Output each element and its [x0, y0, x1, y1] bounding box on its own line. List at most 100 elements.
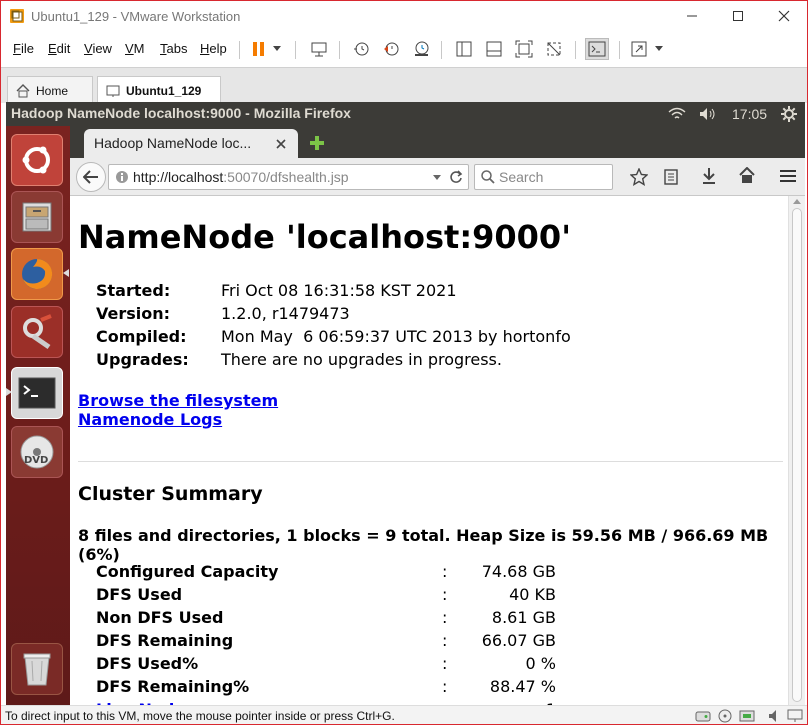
pause-icon [253, 42, 264, 56]
info-label: Started: [96, 281, 171, 300]
reload-icon[interactable] [449, 170, 463, 184]
thumbnail-bar-button[interactable] [482, 38, 506, 60]
active-window-title: Hadoop NameNode localhost:9000 - Mozilla… [11, 105, 351, 121]
home-icon [16, 83, 30, 97]
menu-tabs[interactable]: Tabs [160, 41, 187, 56]
info-row-version: Version: [96, 304, 170, 323]
full-screen-button[interactable] [512, 38, 536, 60]
firefox-icon[interactable] [11, 248, 63, 300]
info-row-upgrades: Upgrades: [96, 350, 189, 369]
clock[interactable]: 17:05 [732, 106, 767, 122]
back-arrow-icon [83, 170, 98, 184]
bookmark-star-icon[interactable] [630, 168, 648, 186]
summary-value: 74.68 GB [481, 562, 556, 581]
scroll-up-icon[interactable] [793, 199, 801, 205]
unity-icon [547, 42, 561, 56]
snapshot-manager-button[interactable] [409, 38, 433, 60]
menu-help[interactable]: Help [200, 41, 227, 56]
download-icon[interactable] [701, 167, 717, 185]
summary-separator: : [442, 562, 448, 581]
scroll-thumb[interactable] [792, 208, 802, 702]
reading-list-icon[interactable] [663, 168, 679, 186]
toolbar-separator [619, 41, 620, 59]
browse-filesystem-link[interactable]: Browse the filesystem [78, 391, 278, 410]
vmware-title-bar[interactable]: Ubuntu1_129 - VMware Workstation [1, 1, 807, 33]
menu-vm[interactable]: VM [125, 41, 145, 56]
menu-file[interactable]: File [13, 41, 34, 56]
summary-row: DFS Used%: 0 % [96, 654, 556, 677]
menu-view[interactable]: View [84, 41, 112, 56]
vm-icon [106, 85, 120, 97]
status-text: To direct input to this VM, move the mou… [5, 709, 395, 723]
summary-row: DFS Remaining: 66.07 GB [96, 631, 556, 654]
page-content: NameNode 'localhost:9000' Started: Fri O… [70, 196, 787, 705]
search-bar[interactable]: Search [474, 164, 613, 190]
search-icon [481, 170, 495, 184]
info-value: Fri Oct 08 16:31:58 KST 2021 [221, 281, 457, 300]
network-adapter-icon[interactable] [739, 709, 755, 723]
terminal-icon[interactable] [11, 367, 63, 419]
guest-display[interactable]: Hadoop NameNode localhost:9000 - Mozilla… [6, 102, 805, 705]
system-settings-icon[interactable] [11, 306, 63, 358]
files-icon[interactable] [11, 191, 63, 243]
ubuntu-logo-icon [22, 146, 50, 174]
maximize-button[interactable] [715, 1, 761, 31]
minimize-button[interactable] [669, 1, 715, 31]
wifi-icon[interactable] [667, 107, 687, 121]
url-bar[interactable]: http://localhost:50070/dfshealth.jsp [108, 164, 469, 190]
sound-card-icon[interactable] [767, 709, 783, 723]
back-button[interactable] [76, 162, 106, 192]
console-view-button[interactable] [585, 38, 609, 60]
display-icon[interactable] [787, 709, 803, 723]
info-label: Upgrades: [96, 350, 189, 369]
send-ctrl-alt-del-button[interactable] [307, 38, 331, 60]
namenode-logs-link[interactable]: Namenode Logs [78, 410, 222, 429]
page-scrollbar[interactable] [788, 196, 805, 705]
tab-close-icon[interactable] [276, 139, 286, 149]
stretch-dropdown-button[interactable] [651, 38, 667, 60]
summary-label: DFS Used% [96, 654, 199, 673]
summary-row: Non DFS Used: 8.61 GB [96, 608, 556, 631]
system-gear-icon[interactable] [780, 105, 798, 123]
firefox-tab-active[interactable]: Hadoop NameNode loc... [84, 129, 298, 158]
page-info-icon[interactable] [115, 170, 129, 184]
menu-edit[interactable]: Edit [48, 41, 70, 56]
tab-ubuntu1-129[interactable]: Ubuntu1_129 [97, 76, 221, 104]
power-dropdown-button[interactable] [269, 38, 285, 60]
chevron-down-icon [273, 46, 281, 51]
revert-snapshot-button[interactable] [379, 38, 403, 60]
summary-separator: : [442, 677, 448, 696]
tab-home[interactable]: Home [7, 76, 93, 104]
cd-drive-icon[interactable] [717, 709, 733, 723]
trash-icon[interactable] [11, 643, 63, 695]
show-library-button[interactable] [452, 38, 476, 60]
snapshot-manager-icon [415, 41, 429, 56]
hard-disk-icon[interactable] [695, 709, 711, 723]
unity-button[interactable] [542, 38, 566, 60]
ubuntu-launcher: DVD [6, 126, 70, 705]
snapshot-button[interactable] [349, 38, 373, 60]
close-button[interactable] [761, 1, 807, 31]
summary-value: 8.61 GB [491, 608, 556, 627]
volume-icon[interactable] [698, 107, 718, 121]
stretch-guest-button[interactable] [627, 38, 651, 60]
new-tab-plus-icon[interactable] [308, 134, 326, 152]
terminal-prompt-icon [18, 377, 56, 409]
info-row-compiled: Compiled: [96, 327, 187, 346]
search-placeholder: Search [499, 169, 544, 185]
summary-value: 40 KB [509, 585, 556, 604]
dvd-icon[interactable]: DVD [11, 426, 63, 478]
url-host: http://localhost [133, 169, 224, 185]
url-dropdown-icon[interactable] [433, 175, 441, 181]
info-value: Mon May 6 06:59:37 UTC 2013 by hortonfo [221, 327, 571, 346]
pause-button[interactable] [247, 38, 271, 60]
disc-icon: DVD [20, 435, 54, 469]
info-value: 1.2.0, r1479473 [221, 304, 350, 323]
summary-value: 66.07 GB [481, 631, 556, 650]
toolbar-separator [239, 41, 240, 59]
ubuntu-dash-icon[interactable] [11, 134, 63, 186]
home-page-icon[interactable] [739, 167, 755, 185]
summary-row: DFS Used: 40 KB [96, 585, 556, 608]
svg-text:DVD: DVD [24, 455, 48, 466]
menu-hamburger-icon[interactable] [780, 169, 796, 183]
